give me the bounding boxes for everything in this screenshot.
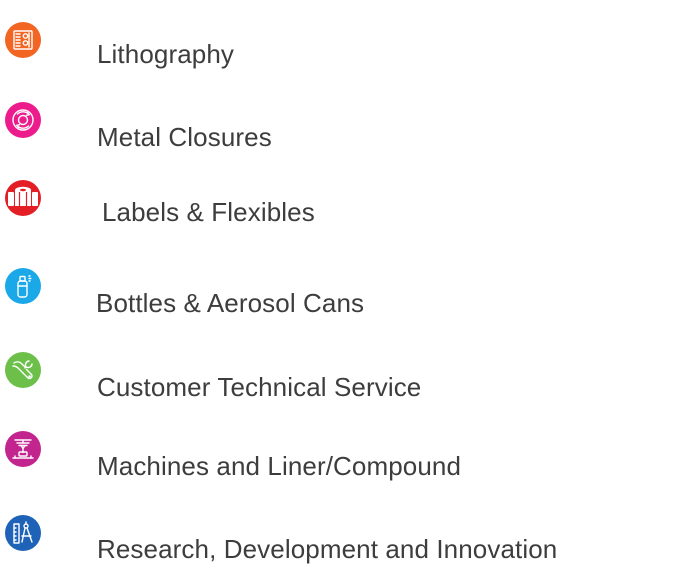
- labels-roll-icon: [5, 180, 41, 216]
- service-label: Metal Closures: [97, 122, 272, 152]
- service-label: Customer Technical Service: [97, 372, 422, 402]
- service-label: Machines and Liner/Compound: [97, 451, 462, 481]
- aerosol-can-icon: [5, 268, 41, 304]
- service-label: Research, Development and Innovation: [97, 534, 558, 564]
- service-item-labels-flexibles[interactable]: Labels & Flexibles: [0, 180, 683, 240]
- service-item-lithography[interactable]: Lithography: [0, 22, 683, 82]
- metal-closures-icon: [5, 102, 41, 138]
- service-item-customer-technical-service[interactable]: Customer Technical Service: [0, 352, 683, 412]
- service-item-machines-liner-compound[interactable]: Machines and Liner/Compound: [0, 431, 683, 491]
- service-item-research-development-innovation[interactable]: Research, Development and Innovation: [0, 515, 683, 575]
- machine-icon: [5, 431, 41, 467]
- drafting-compass-icon: [5, 515, 41, 551]
- service-item-metal-closures[interactable]: Metal Closures: [0, 102, 683, 162]
- service-item-bottles-aerosol[interactable]: Bottles & Aerosol Cans: [0, 268, 683, 328]
- lithography-icon: [5, 22, 41, 58]
- wrench-hand-icon: [5, 352, 41, 388]
- service-label: Lithography: [97, 39, 234, 69]
- service-label: Labels & Flexibles: [102, 197, 315, 227]
- service-label: Bottles & Aerosol Cans: [96, 288, 365, 318]
